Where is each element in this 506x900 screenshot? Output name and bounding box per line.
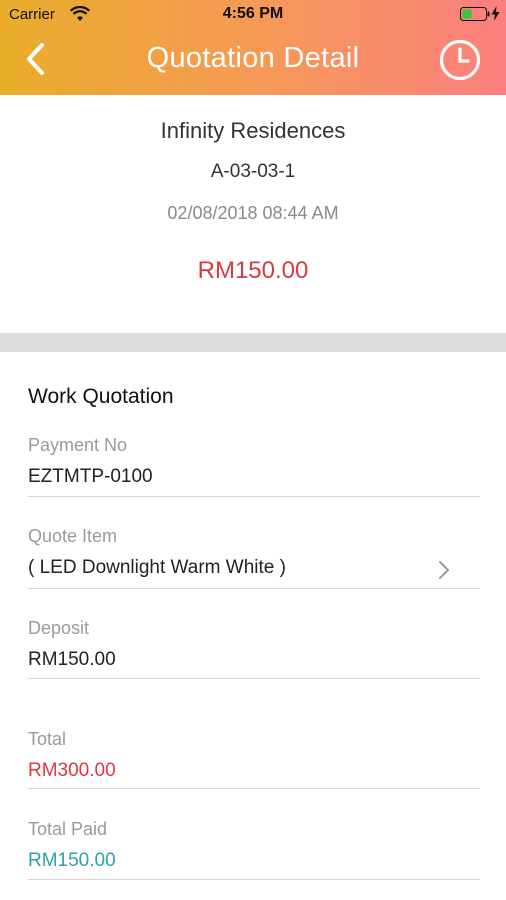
battery-icon [460, 7, 490, 21]
field-divider [28, 678, 480, 679]
status-bar: Carrier 4:56 PM [0, 0, 506, 30]
unit-number: A-03-03-1 [210, 161, 296, 182]
chevron-right-icon[interactable] [436, 558, 452, 582]
charging-bolt-icon [491, 6, 500, 21]
total-paid-label: Total Paid [28, 819, 108, 839]
deposit-value: RM150.00 [28, 649, 116, 670]
section-divider [0, 333, 506, 352]
deposit-label: Deposit [28, 618, 90, 638]
field-divider [28, 788, 480, 789]
quote-item-label: Quote Item [28, 526, 118, 546]
clock-icon[interactable] [438, 38, 482, 82]
quotation-summary: Infinity Residences A-03-03-1 02/08/2018… [0, 95, 506, 333]
header-bar: Carrier 4:56 PM Quotation Detail [0, 0, 506, 95]
status-time: 4:56 PM [222, 5, 284, 22]
total-value: RM300.00 [28, 760, 116, 781]
quotation-datetime: 02/08/2018 08:44 AM [167, 203, 339, 223]
total-paid-value: RM150.00 [28, 850, 116, 871]
quote-item-value[interactable]: ( LED Downlight Warm White ) [28, 557, 286, 579]
field-divider [28, 879, 480, 880]
section-title: Work Quotation [28, 385, 174, 408]
payment-no-label: Payment No [28, 435, 128, 455]
total-label: Total [28, 729, 67, 749]
payment-no-value: EZTMTP-0100 [28, 466, 153, 487]
field-divider [28, 496, 480, 497]
field-divider [28, 588, 480, 589]
property-name: Infinity Residences [160, 118, 346, 143]
page-title: Quotation Detail [146, 42, 360, 74]
quotation-amount: RM150.00 [197, 257, 309, 284]
